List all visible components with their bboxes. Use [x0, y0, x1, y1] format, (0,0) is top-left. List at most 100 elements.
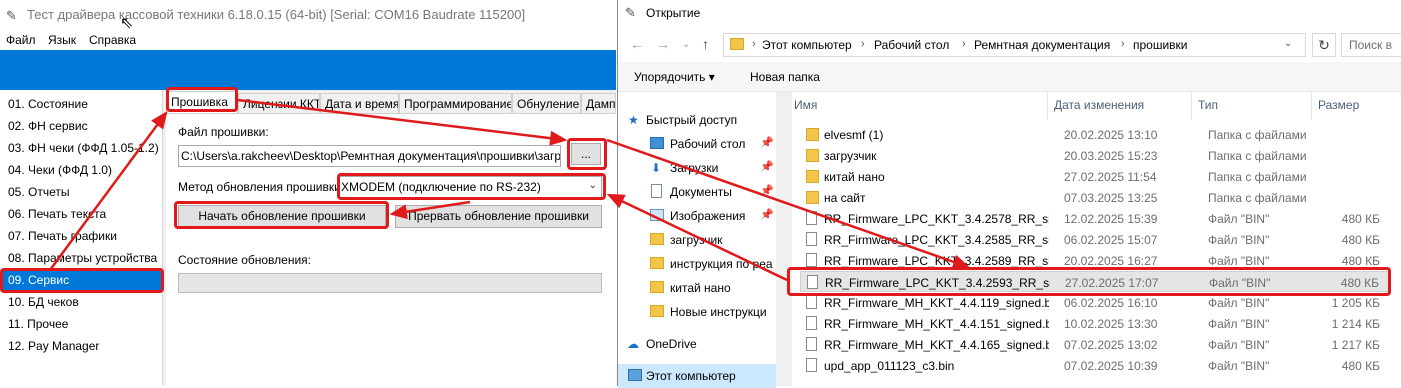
app-icon: ✎ — [625, 5, 636, 20]
nav-downloads[interactable]: ⬇ Загрузки 📌 — [618, 156, 776, 180]
sidebar-item-pay-manager[interactable]: 12. Pay Manager — [2, 335, 161, 357]
folder-icon — [650, 233, 664, 245]
file-row[interactable]: RR_Firmware_MH_KKT_4.4.151_signed.bin 10.… — [800, 313, 1390, 334]
tab-licenses[interactable]: Лицензии ККТ — [238, 93, 320, 113]
update-method-label: Метод обновления прошивки: — [178, 180, 345, 194]
column-name[interactable]: Имя — [794, 98, 817, 112]
back-arrow-icon[interactable]: ← — [630, 36, 644, 52]
organize-button[interactable]: Упорядочить ▾ — [634, 70, 715, 84]
forward-arrow-icon[interactable]: → — [656, 36, 670, 52]
file-row[interactable]: RR_Firmware_LPC_KKT_3.4.2589_RR_sign... 2… — [800, 250, 1390, 271]
mouse-cursor-icon: ⇖ — [120, 15, 134, 32]
file-icon — [806, 337, 817, 351]
nav-folder-china-nano[interactable]: китай нано — [618, 276, 776, 300]
file-date: 20.03.2025 15:23 — [1064, 149, 1158, 163]
nav-this-pc[interactable]: Этот компьютер — [618, 364, 776, 388]
file-name: RR_Firmware_LPC_KKT_3.4.2593_RR_sign... — [825, 276, 1050, 290]
stop-update-button[interactable]: Прервать обновление прошивки — [395, 205, 602, 228]
sidebar-item-reports[interactable]: 05. Отчеты — [2, 181, 161, 203]
file-size: 480 КБ — [1341, 254, 1380, 268]
sidebar-item-device-params[interactable]: 08. Параметры устройства — [2, 247, 161, 269]
pin-icon: 📌 — [760, 137, 774, 149]
nav-scrollbar[interactable] — [776, 92, 792, 386]
nav-folder-new-instructions[interactable]: Новые инструкци — [618, 300, 776, 324]
file-row[interactable]: RR_Firmware_MH_KKT_4.4.165_signed.bin 07.… — [800, 334, 1390, 355]
nav-desktop[interactable]: Рабочий стол 📌 — [618, 132, 776, 156]
tab-date-time[interactable]: Дата и время — [320, 93, 399, 113]
sidebar-item-checks[interactable]: 04. Чеки (ФФД 1.0) — [2, 159, 161, 181]
tab-dump[interactable]: Дамп — [581, 93, 616, 113]
chevron-down-icon[interactable]: ⌄ — [1284, 38, 1292, 49]
file-row[interactable]: на сайт 07.03.2025 13:25 Папка с файлами — [800, 187, 1390, 208]
nav-label: Загрузки — [670, 161, 719, 175]
menu-file[interactable]: Файл — [6, 33, 36, 47]
file-icon — [806, 295, 817, 309]
up-arrow-icon[interactable]: ↑ — [702, 36, 709, 52]
file-row[interactable]: RR_Firmware_MH_KKT_4.4.119_signed.bin 06.… — [800, 292, 1390, 313]
menu-help[interactable]: Справка — [89, 33, 136, 47]
nav-quick-access[interactable]: ★ Быстрый доступ — [618, 108, 776, 132]
file-size: 480 КБ — [1341, 212, 1380, 226]
file-icon — [806, 253, 817, 267]
sidebar-item-other[interactable]: 11. Прочее — [2, 313, 161, 335]
tab-firmware[interactable]: Прошивка — [166, 91, 238, 113]
file-row[interactable]: загрузчик 20.03.2025 15:23 Папка с файлами — [800, 145, 1390, 166]
file-type: Файл "BIN" — [1208, 317, 1270, 331]
sidebar-item-print-text[interactable]: 06. Печать текста — [2, 203, 161, 225]
file-row[interactable]: китай нано 27.02.2025 11:54 Папка с файлам… — [800, 166, 1390, 187]
refresh-icon[interactable]: ↻ — [1312, 33, 1336, 57]
document-icon — [651, 184, 662, 198]
file-size: 1 214 КБ — [1331, 317, 1380, 331]
recent-dropdown-icon[interactable]: ⌄ — [682, 39, 690, 50]
column-size[interactable]: Размер — [1318, 98, 1359, 112]
file-row[interactable]: RR_Firmware_LPC_KKT_3.4.2585_RR_sign... 0… — [800, 229, 1390, 250]
sidebar-item-fn-service[interactable]: 02. ФН сервис — [2, 115, 161, 137]
nav-onedrive[interactable]: ☁ OneDrive — [618, 332, 776, 356]
breadcrumb-this-pc[interactable]: Этот компьютер — [762, 38, 852, 52]
file-name: китай нано — [824, 170, 885, 184]
file-type: Файл "BIN" — [1208, 254, 1270, 268]
nav-documents[interactable]: Документы 📌 — [618, 180, 776, 204]
address-bar[interactable]: › Этот компьютер › Рабочий стол › Ремнтн… — [723, 33, 1306, 57]
sidebar-item-service[interactable]: 09. Сервис — [2, 269, 161, 291]
sidebar-item-checks-db[interactable]: 10. БД чеков — [2, 291, 161, 313]
file-row[interactable]: upd_app_011123_c3.bin 07.02.2025 10:39 Фай… — [800, 355, 1390, 376]
sidebar-item-status[interactable]: 01. Состояние — [2, 93, 161, 115]
file-row[interactable]: RR_Firmware_LPC_KKT_3.4.2593_RR_sign... 2… — [800, 271, 1390, 292]
browse-button[interactable]: ... — [571, 143, 601, 165]
file-type: Файл "BIN" — [1208, 359, 1270, 373]
file-row[interactable]: elvesmf (1) 20.02.2025 13:10 Папка с файла… — [800, 124, 1390, 145]
dialog-title-bar: ✎ Открытие — [618, 0, 1401, 28]
nav-folder-instruction[interactable]: инструкция по реа — [618, 252, 776, 276]
column-divider[interactable] — [1047, 92, 1048, 120]
pin-icon: 📌 — [760, 209, 774, 221]
file-size: 480 КБ — [1341, 233, 1380, 247]
firmware-file-field[interactable]: C:\Users\a.rakcheev\Desktop\Ремнтная док… — [178, 145, 561, 167]
start-update-button[interactable]: Начать обновление прошивки — [178, 205, 386, 228]
sidebar-item-print-graphics[interactable]: 07. Печать графики — [2, 225, 161, 247]
pin-icon: 📌 — [760, 161, 774, 173]
nav-images[interactable]: Изображения 📌 — [618, 204, 776, 228]
sidebar-item-fn-checks[interactable]: 03. ФН чеки (ФФД 1.05-1.2) — [2, 137, 161, 159]
breadcrumb-desktop[interactable]: Рабочий стол — [874, 38, 949, 52]
search-input[interactable]: Поиск в — [1341, 33, 1401, 57]
file-name: RR_Firmware_MH_KKT_4.4.119_signed.bin — [824, 296, 1049, 310]
tab-reset[interactable]: Обнуление — [512, 93, 581, 113]
update-method-select[interactable]: XMODEM (подключение по RS-232) ⌄ — [338, 176, 602, 198]
column-date[interactable]: Дата изменения — [1054, 98, 1144, 112]
nav-label: загрузчик — [670, 233, 723, 247]
menu-language[interactable]: Язык — [48, 33, 76, 47]
nav-label: OneDrive — [646, 337, 697, 351]
tab-programming[interactable]: Программирование — [399, 93, 512, 113]
column-divider[interactable] — [1311, 92, 1312, 120]
column-type[interactable]: Тип — [1198, 98, 1218, 112]
breadcrumb-firmware[interactable]: прошивки — [1133, 38, 1188, 52]
firmware-file-label: Файл прошивки: — [178, 125, 269, 139]
new-folder-button[interactable]: Новая папка — [750, 70, 820, 84]
breadcrumb-docs[interactable]: Ремнтная документация — [974, 38, 1110, 52]
folder-icon — [650, 257, 664, 269]
nav-folder-loader[interactable]: загрузчик — [618, 228, 776, 252]
file-row[interactable]: RR_Firmware_LPC_KKT_3.4.2578_RR_sign... 1… — [800, 208, 1390, 229]
column-divider[interactable] — [1191, 92, 1192, 120]
app-icon: ✎ — [6, 8, 17, 23]
